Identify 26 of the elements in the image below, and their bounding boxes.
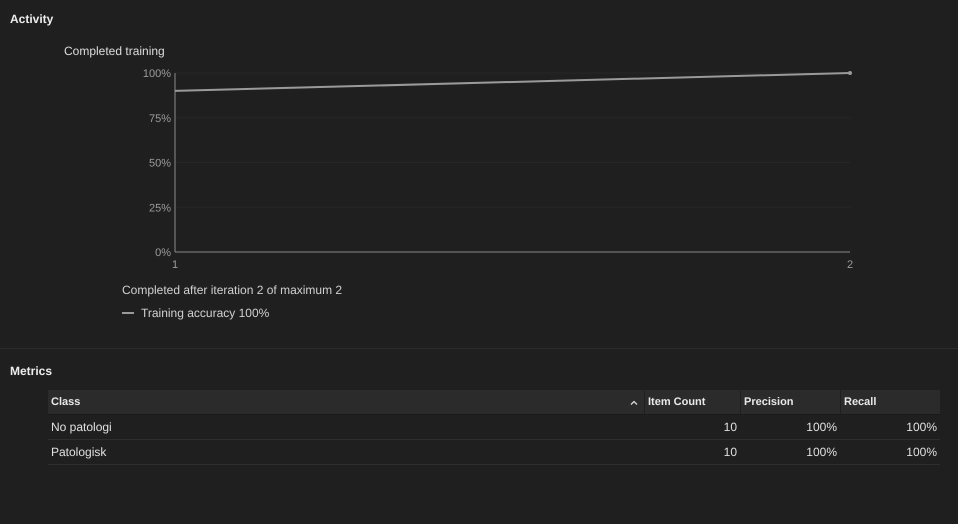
- section-title: Metrics: [10, 364, 54, 378]
- y-tick-label: 25%: [148, 202, 171, 214]
- x-tick-label: 1: [172, 259, 178, 271]
- column-header[interactable]: Class: [48, 390, 644, 414]
- section-title: Activity: [10, 12, 54, 26]
- table-cell-text: 100%: [905, 445, 938, 459]
- column-header[interactable]: Recall: [840, 390, 940, 414]
- column-header[interactable]: Item Count: [644, 390, 740, 414]
- data-point: [848, 71, 852, 75]
- table-cell-text: 10: [722, 445, 738, 459]
- table-cell-text: No patologi: [50, 420, 113, 434]
- table-cell-text: 100%: [805, 420, 838, 434]
- table-cell-text: 10: [722, 420, 738, 434]
- status-text: Completed after iteration 2 of maximum 2: [122, 283, 344, 297]
- y-tick-label: 0%: [155, 247, 171, 259]
- y-tick-label: 50%: [148, 158, 171, 170]
- x-tick-label: 2: [846, 259, 854, 271]
- legend-line-icon: [122, 312, 134, 314]
- y-tick-label: 75%: [148, 112, 171, 125]
- y-tick-label: 100%: [142, 68, 171, 80]
- legend-label: Training accuracy 100%: [141, 306, 270, 320]
- column-header[interactable]: Precision: [740, 390, 840, 414]
- table-cell-text: 100%: [905, 420, 938, 434]
- chart-title: Completed training: [64, 44, 166, 58]
- table-cell-text: Patologisk: [50, 445, 108, 459]
- table-cell-text: 100%: [805, 445, 838, 459]
